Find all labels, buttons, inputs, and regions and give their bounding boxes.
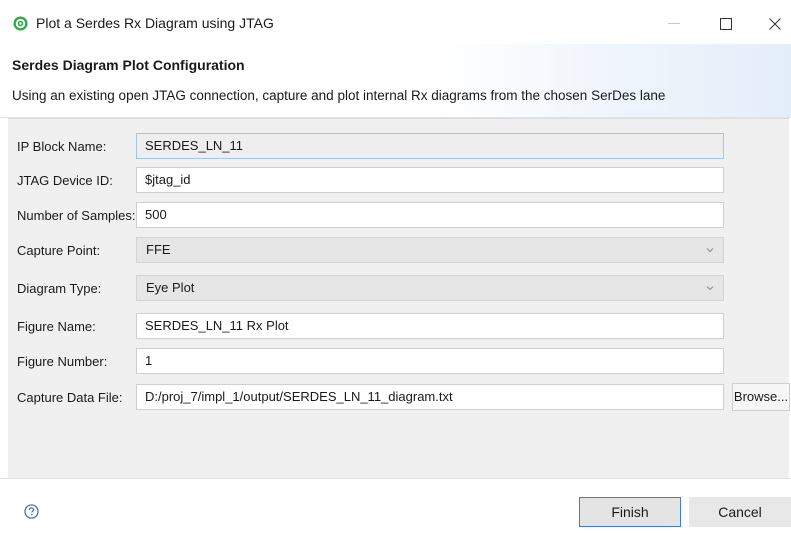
figure-number-label: Figure Number: (17, 354, 108, 369)
diagram-type-row: Diagram Type: Eye Plot (8, 275, 789, 303)
dialog-footer: Finish Cancel (0, 478, 791, 534)
figure-name-label: Figure Name: (17, 319, 96, 334)
jtag-id-label: JTAG Device ID: (17, 173, 113, 188)
page-title: Serdes Diagram Plot Configuration (12, 57, 245, 73)
close-icon (769, 18, 781, 30)
page-description: Using an existing open JTAG connection, … (12, 88, 666, 103)
samples-row: Number of Samples: 500 (8, 202, 789, 230)
diagram-type-select[interactable]: Eye Plot (136, 275, 724, 301)
browse-button[interactable]: Browse... (732, 383, 790, 411)
ip-block-field: SERDES_LN_11 (136, 133, 724, 159)
config-form: IP Block Name: SERDES_LN_11 JTAG Device … (8, 118, 790, 479)
finish-button[interactable]: Finish (579, 497, 681, 527)
capture-point-value: FFE (146, 242, 171, 257)
capture-point-row: Capture Point: FFE (8, 237, 789, 265)
samples-input[interactable]: 500 (136, 202, 724, 228)
capture-point-label: Capture Point: (17, 243, 101, 258)
diagram-type-label: Diagram Type: (17, 281, 102, 296)
figure-number-input[interactable]: 1 (136, 348, 724, 374)
capture-file-input[interactable]: D:/proj_7/impl_1/output/SERDES_LN_11_dia… (136, 384, 724, 410)
ip-block-label: IP Block Name: (17, 139, 107, 154)
maximize-button[interactable] (703, 8, 749, 40)
header-banner: Serdes Diagram Plot Configuration Using … (0, 44, 791, 118)
figure-number-row: Figure Number: 1 (8, 348, 789, 376)
figure-name-input[interactable]: SERDES_LN_11 Rx Plot (136, 313, 724, 339)
capture-point-select[interactable]: FFE (136, 237, 724, 263)
ip-block-row: IP Block Name: SERDES_LN_11 (8, 133, 789, 161)
figure-name-row: Figure Name: SERDES_LN_11 Rx Plot (8, 313, 789, 341)
minimize-button[interactable] (651, 8, 697, 40)
samples-label: Number of Samples: (17, 208, 136, 223)
maximize-icon (720, 18, 732, 30)
close-button[interactable] (752, 8, 791, 40)
chevron-down-icon (706, 248, 714, 253)
jtag-id-row: JTAG Device ID: $jtag_id (8, 167, 789, 195)
chevron-down-icon (706, 286, 714, 291)
help-icon[interactable] (24, 504, 39, 519)
title-bar: Plot a Serdes Rx Diagram using JTAG (0, 0, 791, 44)
cancel-button[interactable]: Cancel (689, 497, 791, 527)
capture-file-row: Capture Data File: D:/proj_7/impl_1/outp… (8, 383, 790, 412)
window-title: Plot a Serdes Rx Diagram using JTAG (36, 15, 274, 31)
minimize-icon (668, 23, 680, 24)
app-icon (13, 16, 28, 31)
jtag-id-input[interactable]: $jtag_id (136, 167, 724, 193)
diagram-type-value: Eye Plot (146, 280, 195, 295)
capture-file-label: Capture Data File: (17, 390, 123, 405)
